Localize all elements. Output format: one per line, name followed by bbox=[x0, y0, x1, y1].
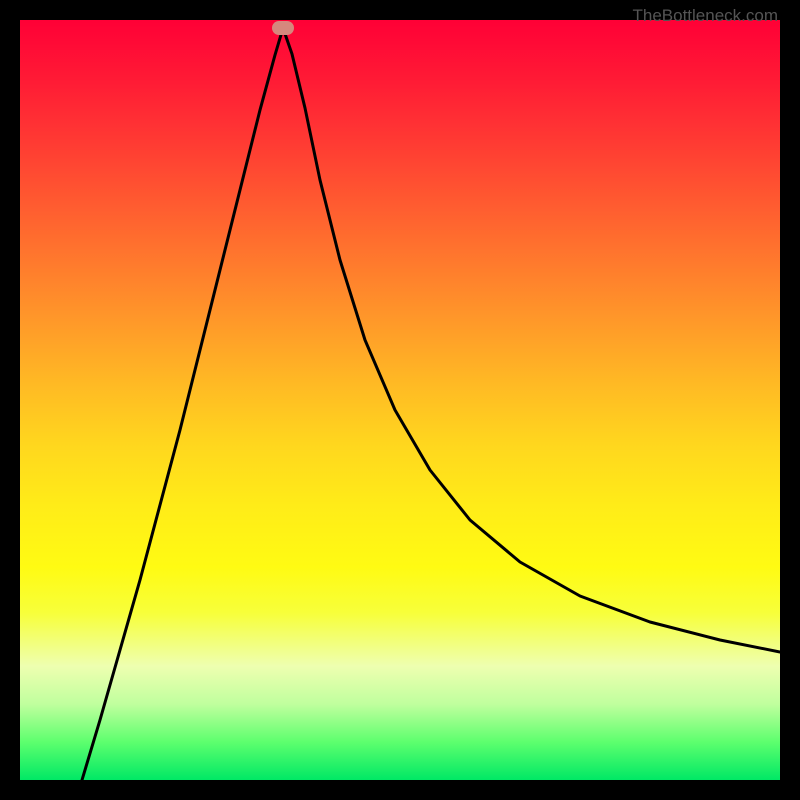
bottleneck-curve bbox=[20, 20, 780, 780]
optimal-point-marker bbox=[272, 21, 294, 35]
chart-plot-area bbox=[20, 20, 780, 780]
watermark: TheBottleneck.com bbox=[632, 6, 778, 26]
